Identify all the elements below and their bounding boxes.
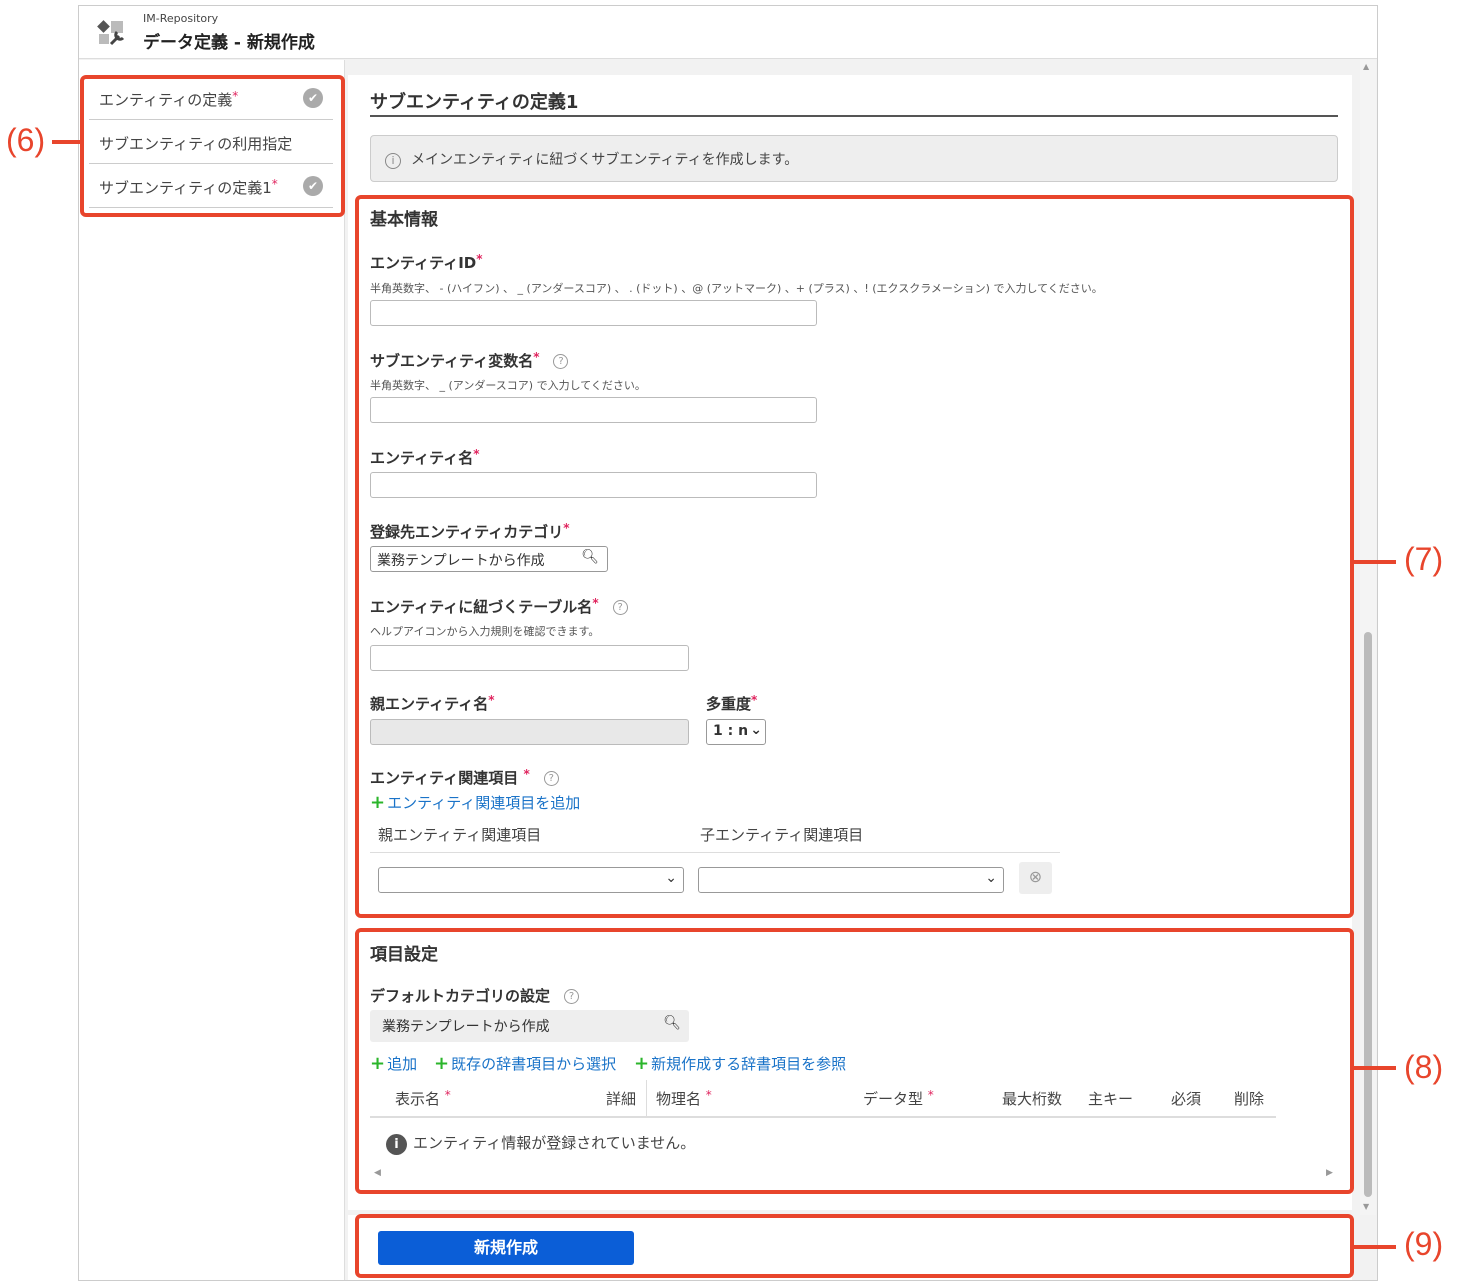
annotation-box-7 (355, 195, 1354, 918)
annotation-line (1354, 560, 1396, 564)
scrollbar[interactable]: ▲ ▼ (1360, 60, 1376, 1215)
annotation-box-9 (355, 1214, 1354, 1278)
annotation-box-6 (80, 75, 345, 217)
header: IM-Repository データ定義 - 新規作成 (79, 6, 1377, 59)
page-title: データ定義 - 新規作成 (143, 33, 315, 53)
annotation-line (52, 140, 80, 144)
scroll-down-icon[interactable]: ▼ (1363, 1202, 1369, 1211)
info-icon: i (385, 153, 401, 169)
annotation-label-9: (9) (1404, 1226, 1444, 1262)
section-title: サブエンティティの定義1 (370, 92, 579, 113)
sidebar: エンティティの定義* ✔ サブエンティティの利用指定 サブエンティティの定義1* ✔ (79, 60, 345, 1280)
repository-wrench-icon (97, 18, 125, 46)
divider (370, 115, 1338, 117)
info-text: メインエンティティに紐づくサブエンティティを作成します。 (411, 152, 799, 168)
scrollbar-thumb[interactable] (1364, 632, 1372, 1197)
app-name: IM-Repository (143, 12, 219, 25)
scroll-up-icon[interactable]: ▲ (1363, 62, 1369, 71)
annotation-label-7: (7) (1404, 541, 1444, 577)
annotation-box-8 (355, 928, 1354, 1194)
annotation-line (1354, 1066, 1396, 1070)
info-banner: i メインエンティティに紐づくサブエンティティを作成します。 (370, 135, 1338, 182)
annotation-label-8: (8) (1404, 1049, 1444, 1085)
annotation-line (1354, 1245, 1396, 1249)
annotation-label-6: (6) (6, 122, 46, 158)
